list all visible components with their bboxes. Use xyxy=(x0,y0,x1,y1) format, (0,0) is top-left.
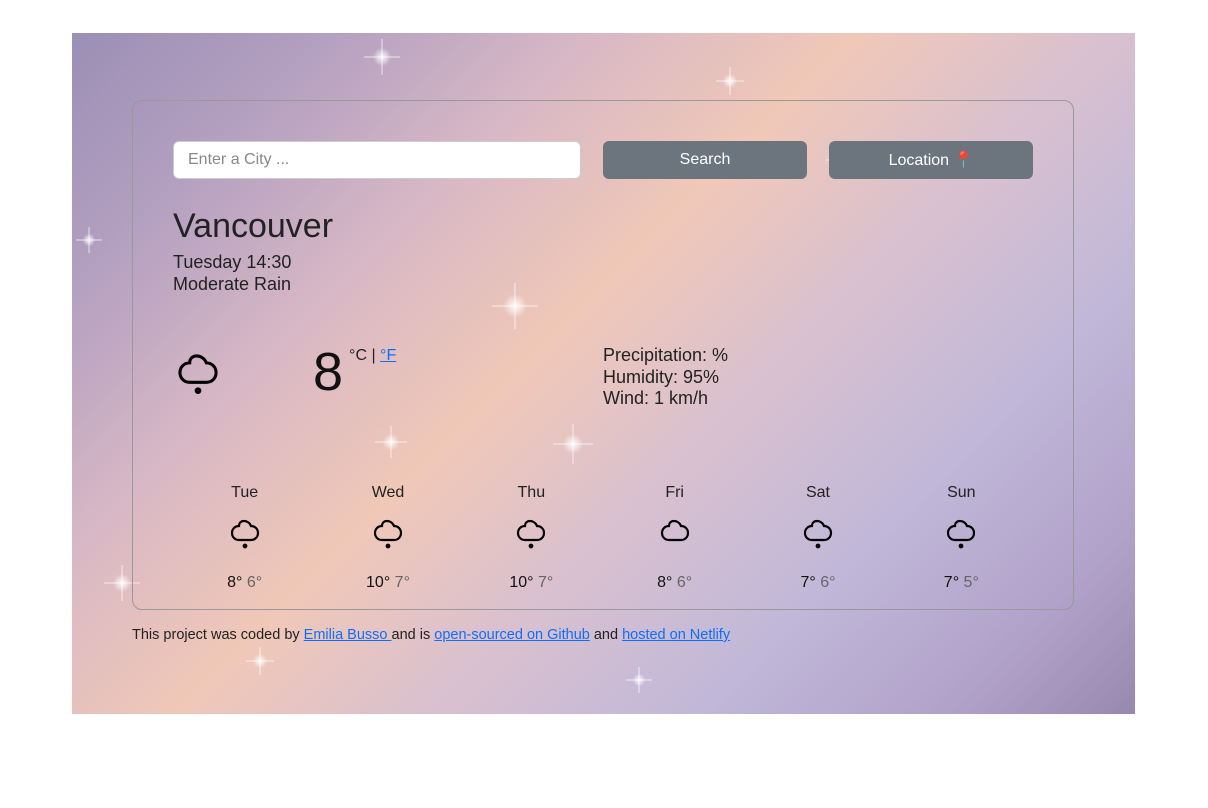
forecast-day: Sun 7° 5° xyxy=(890,484,1033,592)
current-weather-icon xyxy=(173,349,223,399)
forecast-temp-min: 5° xyxy=(964,574,979,591)
forecast-temp-max: 10° xyxy=(366,574,390,591)
current-weather-row: 8 °C | °F Precipitation: % Humidity: 95%… xyxy=(173,345,1033,410)
rain-icon xyxy=(227,516,263,552)
footer-text: and xyxy=(590,627,622,643)
forecast-day-label: Sat xyxy=(746,484,889,502)
netlify-link[interactable]: hosted on Netlify xyxy=(622,627,730,643)
unit-separator: | xyxy=(367,347,380,364)
temperature-value: 8 xyxy=(313,345,343,399)
temperature-block: 8 °C | °F xyxy=(313,345,396,399)
footer-text: and is xyxy=(392,627,435,643)
github-link[interactable]: open-sourced on Github xyxy=(434,627,590,643)
location-button[interactable]: Location 📍 xyxy=(829,141,1033,179)
precipitation-label: Precipitation: % xyxy=(603,345,1033,367)
app-background: Search Location 📍 Vancouver Tuesday 14:3… xyxy=(72,33,1135,714)
wind-label: Wind: 1 km/h xyxy=(603,388,1033,410)
unit-celsius: °C xyxy=(349,347,367,364)
author-link[interactable]: Emilia Busso xyxy=(304,627,392,643)
forecast-day: Sat 7° 6° xyxy=(746,484,889,592)
rain-icon xyxy=(943,516,979,552)
forecast-temp-max: 8° xyxy=(657,574,672,591)
city-search-input[interactable] xyxy=(173,141,581,179)
city-name: Vancouver xyxy=(173,207,1033,246)
cloudy-icon xyxy=(657,516,693,552)
forecast-temp-max: 10° xyxy=(509,574,533,591)
weather-details: Precipitation: % Humidity: 95% Wind: 1 k… xyxy=(603,345,1033,410)
forecast-temp-min: 7° xyxy=(538,574,553,591)
humidity-label: Humidity: 95% xyxy=(603,367,1033,389)
forecast-day: Wed 10° 7° xyxy=(316,484,459,592)
weather-description: Moderate Rain xyxy=(173,274,1033,296)
forecast-day: Thu 10° 7° xyxy=(460,484,603,592)
forecast-temp-max: 7° xyxy=(944,574,959,591)
forecast-temp-min: 6° xyxy=(820,574,835,591)
forecast-day-label: Fri xyxy=(603,484,746,502)
forecast-day-label: Thu xyxy=(460,484,603,502)
forecast-temp-max: 8° xyxy=(227,574,242,591)
forecast-temp-min: 6° xyxy=(247,574,262,591)
search-row: Search Location 📍 xyxy=(173,141,1033,179)
footer-credit: This project was coded by Emilia Busso a… xyxy=(132,627,730,643)
forecast-row: Tue 8° 6° Wed 10° 7° Thu 10° 7° xyxy=(173,484,1033,592)
forecast-day-label: Wed xyxy=(316,484,459,502)
forecast-temp-min: 6° xyxy=(677,574,692,591)
forecast-temp-max: 7° xyxy=(800,574,815,591)
weather-card: Search Location 📍 Vancouver Tuesday 14:3… xyxy=(132,100,1074,610)
forecast-day-label: Tue xyxy=(173,484,316,502)
unit-fahrenheit-link[interactable]: °F xyxy=(380,347,396,364)
search-button[interactable]: Search xyxy=(603,141,807,179)
current-datetime: Tuesday 14:30 xyxy=(173,252,1033,274)
rain-icon xyxy=(800,516,836,552)
footer-text: This project was coded by xyxy=(132,627,304,643)
forecast-day-label: Sun xyxy=(890,484,1033,502)
forecast-day: Tue 8° 6° xyxy=(173,484,316,592)
rain-icon xyxy=(513,516,549,552)
forecast-day: Fri 8° 6° xyxy=(603,484,746,592)
forecast-temp-min: 7° xyxy=(395,574,410,591)
rain-icon xyxy=(370,516,406,552)
